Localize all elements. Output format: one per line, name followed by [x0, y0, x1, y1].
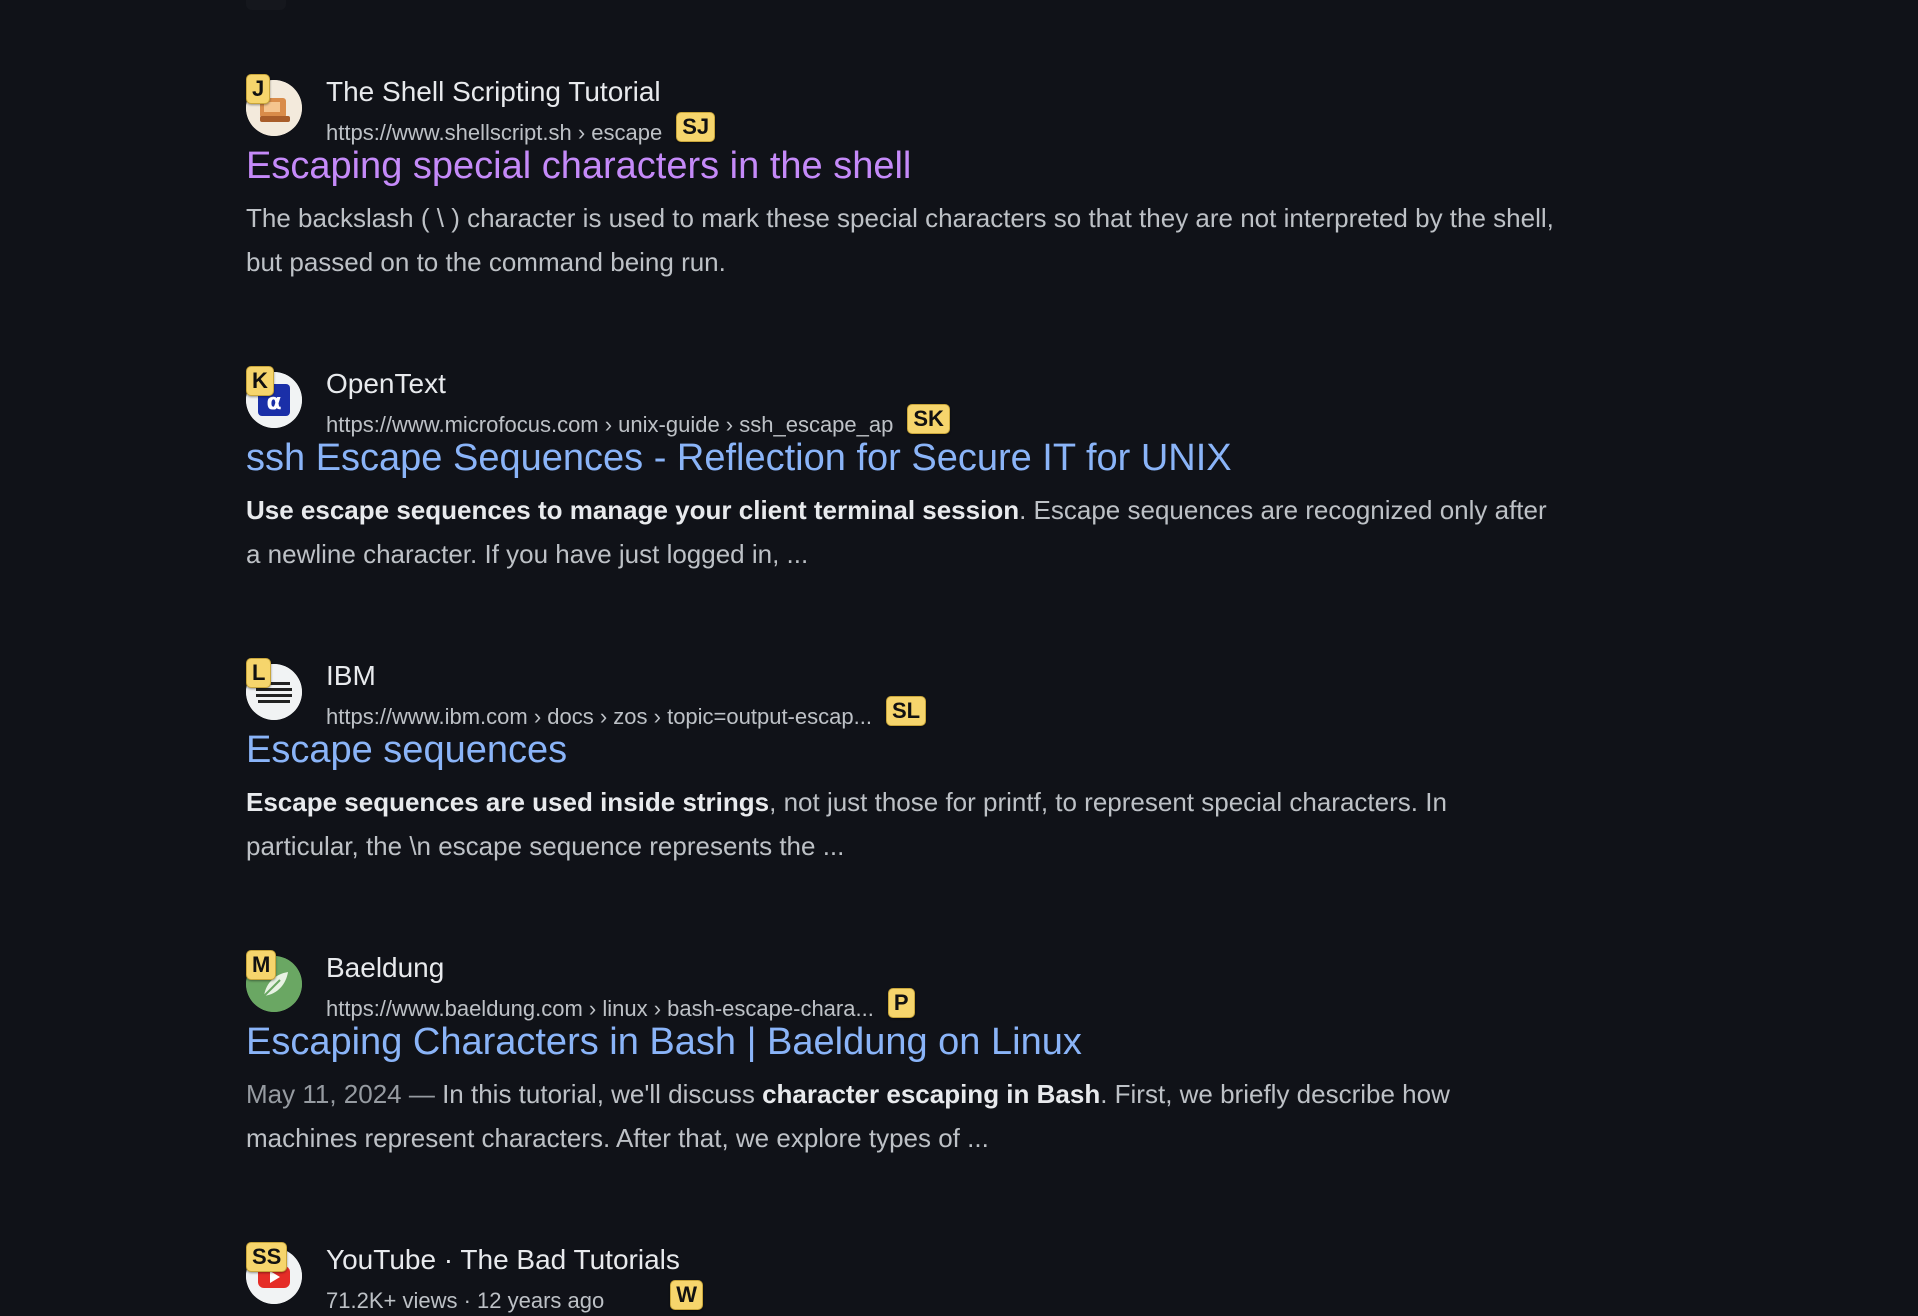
site-name: YouTube · The Bad Tutorials: [326, 1244, 680, 1275]
search-result: L IBM https://www.ibm.com › docs › zos ›…: [246, 646, 1566, 868]
link-hint-badge[interactable]: W: [670, 1280, 703, 1310]
site-name: OpenText: [326, 368, 446, 399]
snippet-bold-text: Use escape sequences to manage your clie…: [246, 495, 1020, 525]
search-result: J The Shell Scripting Tutorial https://w…: [246, 62, 1566, 284]
result-meta: 71.2K+ views · 12 years ago: [326, 1288, 605, 1313]
link-hint-badge[interactable]: SL: [885, 696, 927, 726]
search-result: SS YouTube · The Bad Tutorials 71.2K+ vi…: [246, 1230, 1566, 1313]
previous-result-edge: [246, 0, 286, 10]
snippet-text: In this tutorial, we'll discuss: [442, 1079, 763, 1109]
site-name: IBM: [326, 660, 376, 691]
result-url: https://www.ibm.com › docs › zos › topic…: [326, 704, 872, 729]
result-snippet: May 11, 2024 — In this tutorial, we'll d…: [246, 1072, 1566, 1160]
link-hint-badge[interactable]: L: [246, 658, 272, 688]
result-snippet: Escape sequences are used inside strings…: [246, 780, 1566, 868]
site-name: Baeldung: [326, 952, 445, 983]
link-hint-badge[interactable]: M: [246, 950, 277, 980]
link-hint-badge[interactable]: SJ: [676, 112, 716, 142]
snippet-text: The backslash ( \ ) character is used to…: [246, 203, 1554, 277]
result-snippet: The backslash ( \ ) character is used to…: [246, 196, 1566, 284]
favicon[interactable]: α K: [246, 366, 302, 428]
result-date: May 11, 2024 —: [246, 1079, 443, 1109]
result-title-link[interactable]: Escaping Characters in Bash | Baeldung o…: [246, 1018, 1566, 1066]
link-hint-badge[interactable]: SK: [907, 404, 950, 434]
favicon[interactable]: L: [246, 658, 302, 720]
snippet-bold-text: character escaping in Bash: [762, 1079, 1101, 1109]
link-hint-badge[interactable]: J: [246, 74, 271, 104]
link-hint-badge[interactable]: SS: [246, 1242, 288, 1272]
favicon[interactable]: J: [246, 74, 302, 136]
link-hint-badge[interactable]: K: [246, 366, 274, 396]
site-name: The Shell Scripting Tutorial: [326, 76, 661, 107]
result-title-link[interactable]: ssh Escape Sequences - Reflection for Se…: [246, 434, 1566, 482]
search-result: α K OpenText https://www.microfocus.com …: [246, 354, 1566, 576]
snippet-bold-text: Escape sequences are used inside strings: [246, 787, 770, 817]
result-url: https://www.microfocus.com › unix-guide …: [326, 412, 894, 437]
result-title-link[interactable]: Escape sequences: [246, 726, 1566, 774]
result-snippet: Use escape sequences to manage your clie…: [246, 488, 1566, 576]
result-url: https://www.shellscript.sh › escape: [326, 120, 663, 145]
favicon[interactable]: M: [246, 950, 302, 1012]
result-title-link[interactable]: Escaping special characters in the shell: [246, 142, 1566, 190]
search-result: M Baeldung https://www.baeldung.com › li…: [246, 938, 1566, 1160]
result-url: https://www.baeldung.com › linux › bash-…: [326, 996, 874, 1021]
link-hint-badge[interactable]: P: [887, 988, 915, 1018]
